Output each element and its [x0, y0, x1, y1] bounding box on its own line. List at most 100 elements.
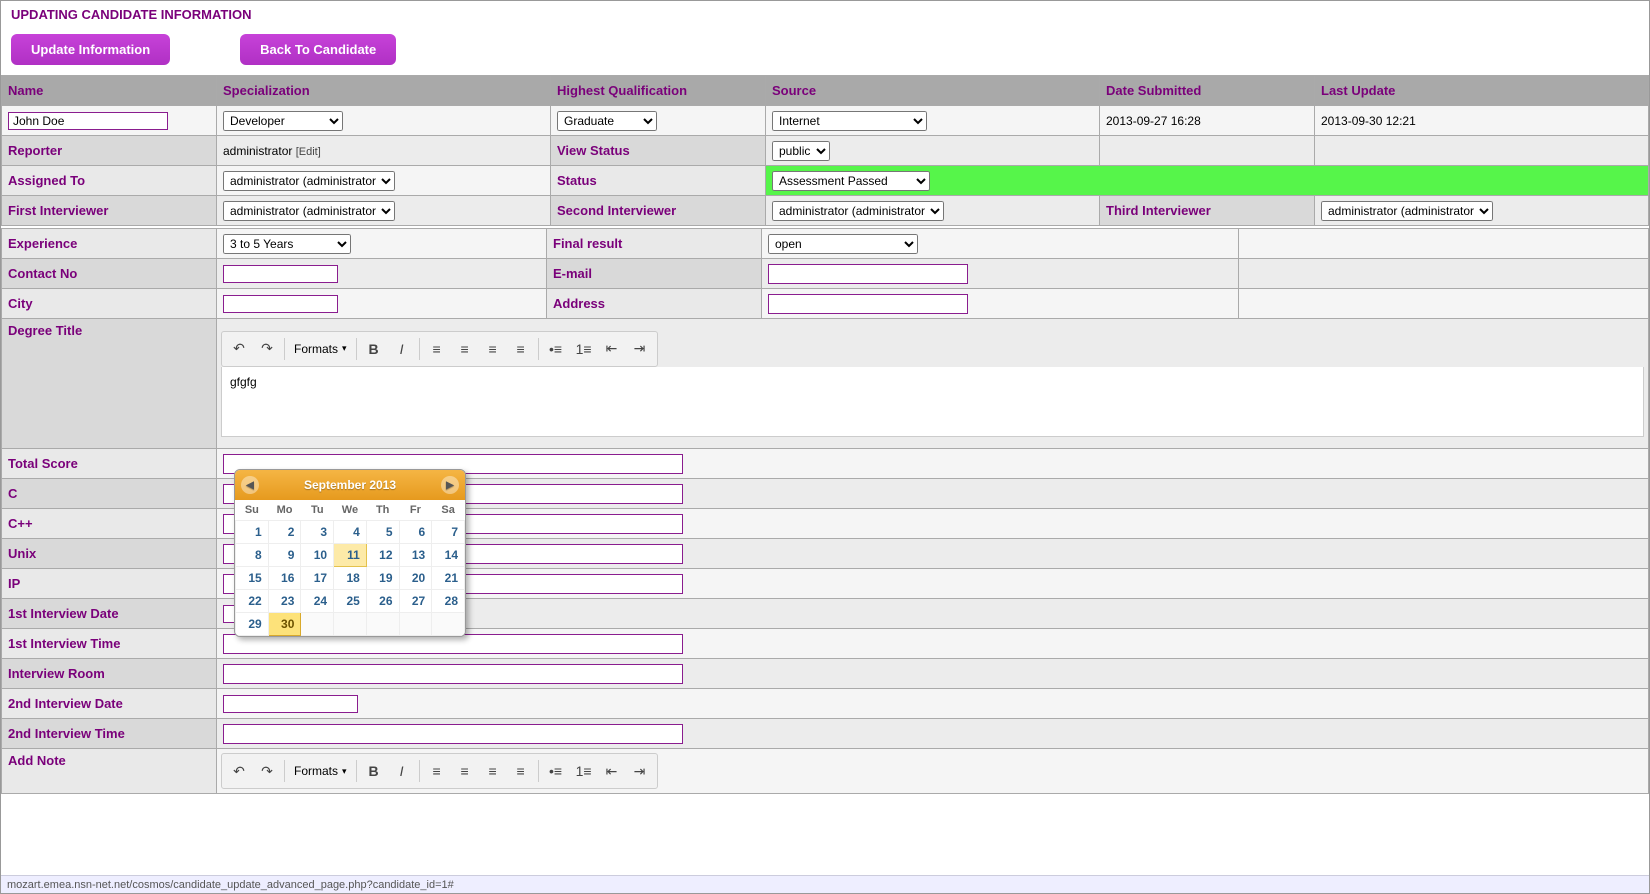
cal-day[interactable]: 19: [366, 567, 399, 590]
degree-editor[interactable]: gfgfg: [221, 367, 1644, 437]
cal-day[interactable]: 14: [432, 544, 465, 567]
cal-prev-icon[interactable]: ◀: [241, 476, 259, 494]
lbl-ip: IP: [2, 569, 217, 599]
cal-day[interactable]: 10: [301, 544, 334, 567]
bold-icon[interactable]: B: [360, 757, 388, 785]
bullet-list-icon[interactable]: •≡: [542, 335, 570, 363]
lbl-exp: Experience: [2, 229, 217, 259]
source-select[interactable]: Internet: [772, 111, 927, 131]
cal-day[interactable]: 12: [366, 544, 399, 567]
cal-day[interactable]: 29: [236, 613, 269, 636]
cal-day[interactable]: 22: [236, 590, 269, 613]
align-justify-icon[interactable]: ≡: [507, 757, 535, 785]
align-center-icon[interactable]: ≡: [451, 757, 479, 785]
room-input[interactable]: [223, 664, 683, 684]
name-input[interactable]: [8, 112, 168, 130]
cal-day[interactable]: 27: [399, 590, 432, 613]
cal-day: [366, 613, 399, 636]
cal-day: [334, 613, 367, 636]
cal-dow: Mo: [268, 500, 301, 521]
rich-text-toolbar: ↶ ↷ Formats▾ B I ≡ ≡ ≡ ≡ •≡ 1≡ ⇤ ⇥: [221, 331, 658, 367]
align-right-icon[interactable]: ≡: [479, 757, 507, 785]
lbl-unix: Unix: [2, 539, 217, 569]
address-input[interactable]: [768, 294, 968, 314]
cal-day[interactable]: 20: [399, 567, 432, 590]
formats-dropdown[interactable]: Formats▾: [288, 760, 353, 782]
city-input[interactable]: [223, 295, 338, 313]
cal-day[interactable]: 26: [366, 590, 399, 613]
assigned-select[interactable]: administrator (administrator): [223, 171, 395, 191]
formats-dropdown[interactable]: Formats▾: [288, 338, 353, 360]
number-list-icon[interactable]: 1≡: [570, 335, 598, 363]
italic-icon[interactable]: I: [388, 335, 416, 363]
cal-day[interactable]: 18: [334, 567, 367, 590]
viewstatus-select[interactable]: public: [772, 141, 830, 161]
outdent-icon[interactable]: ⇤: [598, 335, 626, 363]
secondint-select[interactable]: administrator (administrator): [772, 201, 944, 221]
back-button[interactable]: Back To Candidate: [240, 34, 396, 65]
cal-day[interactable]: 21: [432, 567, 465, 590]
indent-icon[interactable]: ⇥: [626, 757, 654, 785]
qual-select[interactable]: Graduate: [557, 111, 657, 131]
lbl-email: E-mail: [547, 259, 762, 289]
cal-day[interactable]: 6: [399, 521, 432, 544]
align-left-icon[interactable]: ≡: [423, 757, 451, 785]
bold-icon[interactable]: B: [360, 335, 388, 363]
bullet-list-icon[interactable]: •≡: [542, 757, 570, 785]
align-justify-icon[interactable]: ≡: [507, 335, 535, 363]
email-input[interactable]: [768, 264, 968, 284]
cal-dow: Sa: [432, 500, 465, 521]
edit-link[interactable]: [Edit]: [296, 146, 321, 158]
cal-day[interactable]: 5: [366, 521, 399, 544]
cal-dow: Th: [366, 500, 399, 521]
cal-day[interactable]: 7: [432, 521, 465, 544]
indent-icon[interactable]: ⇥: [626, 335, 654, 363]
cal-day[interactable]: 2: [268, 521, 301, 544]
firstint-select[interactable]: administrator (administrator): [223, 201, 395, 221]
thirdint-select[interactable]: administrator (administrator): [1321, 201, 1493, 221]
lbl-secondint: Second Interviewer: [551, 196, 766, 226]
cal-day[interactable]: 28: [432, 590, 465, 613]
cal-day[interactable]: 17: [301, 567, 334, 590]
number-list-icon[interactable]: 1≡: [570, 757, 598, 785]
lbl-city: City: [2, 289, 217, 319]
cal-day[interactable]: 4: [334, 521, 367, 544]
redo-icon[interactable]: ↷: [253, 335, 281, 363]
d2-input[interactable]: [223, 695, 358, 713]
exp-select[interactable]: 3 to 5 Years: [223, 234, 351, 254]
cal-day[interactable]: 15: [236, 567, 269, 590]
final-select[interactable]: open: [768, 234, 918, 254]
italic-icon[interactable]: I: [388, 757, 416, 785]
cal-day[interactable]: 3: [301, 521, 334, 544]
lbl-reporter: Reporter: [2, 136, 217, 166]
cal-day[interactable]: 25: [334, 590, 367, 613]
cal-day[interactable]: 11: [334, 544, 367, 567]
cal-day[interactable]: 13: [399, 544, 432, 567]
status-select[interactable]: Assessment Passed: [772, 171, 930, 191]
cal-day[interactable]: 9: [268, 544, 301, 567]
cal-day[interactable]: 30: [268, 613, 301, 636]
cal-day[interactable]: 24: [301, 590, 334, 613]
cal-dow: Tu: [301, 500, 334, 521]
outdent-icon[interactable]: ⇤: [598, 757, 626, 785]
lbl-t2: 2nd Interview Time: [2, 719, 217, 749]
cal-next-icon[interactable]: ▶: [441, 476, 459, 494]
cal-day[interactable]: 1: [236, 521, 269, 544]
cal-day[interactable]: 16: [268, 567, 301, 590]
contact-input[interactable]: [223, 265, 338, 283]
undo-icon[interactable]: ↶: [225, 757, 253, 785]
spec-select[interactable]: Developer: [223, 111, 343, 131]
align-center-icon[interactable]: ≡: [451, 335, 479, 363]
t2-input[interactable]: [223, 724, 683, 744]
cal-day[interactable]: 23: [268, 590, 301, 613]
date-picker[interactable]: ◀ September 2013 ▶ SuMoTuWeThFrSa 123456…: [234, 469, 466, 637]
align-right-icon[interactable]: ≡: [479, 335, 507, 363]
update-button[interactable]: Update Information: [11, 34, 170, 65]
lbl-cpp: C++: [2, 509, 217, 539]
align-left-icon[interactable]: ≡: [423, 335, 451, 363]
col-updated: Last Update: [1315, 76, 1649, 106]
redo-icon[interactable]: ↷: [253, 757, 281, 785]
undo-icon[interactable]: ↶: [225, 335, 253, 363]
col-name: Name: [2, 76, 217, 106]
cal-day[interactable]: 8: [236, 544, 269, 567]
